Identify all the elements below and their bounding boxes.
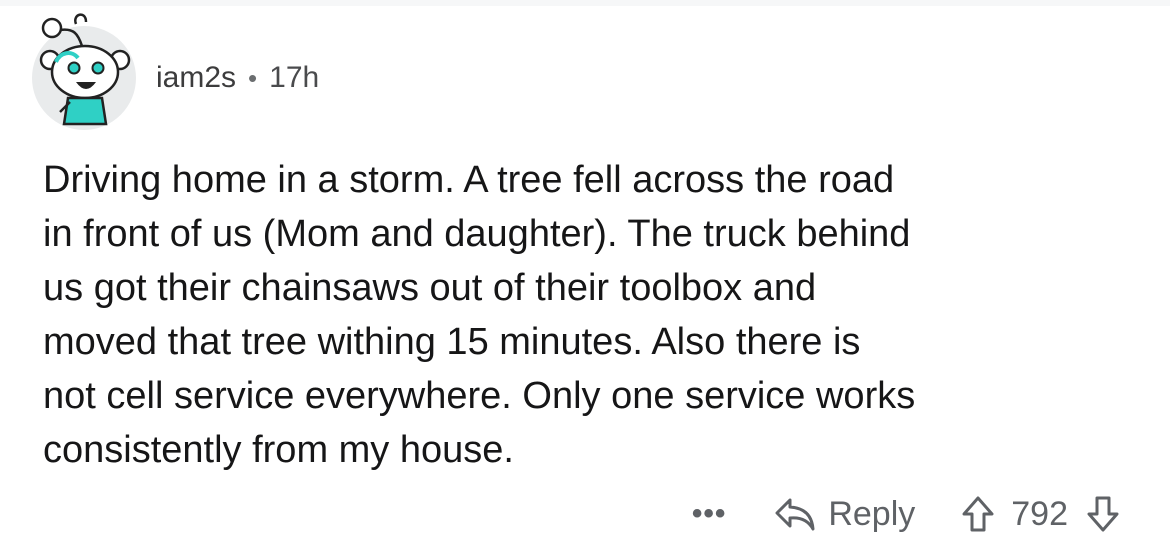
comment-header: iam2s • 17h (156, 58, 319, 98)
top-divider (0, 0, 1170, 6)
avatar[interactable] (30, 12, 142, 130)
username[interactable]: iam2s (156, 61, 236, 95)
comment-line: Driving home in a storm. A tree fell acr… (43, 159, 895, 201)
meta-separator: • (248, 62, 258, 93)
comment-actions: ••• Reply 792 (692, 490, 1120, 538)
reply-button[interactable]: Reply (774, 495, 915, 534)
comment-line: not cell service everywhere. Only one se… (43, 375, 916, 417)
vote-score: 792 (1011, 494, 1068, 533)
comment-body: Driving home in a storm. A tree fell acr… (43, 153, 1153, 477)
vote-controls: 792 (961, 495, 1120, 534)
comment-line: moved that tree withing 15 minutes. Also… (43, 321, 861, 363)
downvote-arrow-icon[interactable] (1086, 495, 1120, 533)
comment-line: us got their chainsaws out of their tool… (43, 267, 817, 309)
comment-age: 17h (269, 61, 320, 94)
snoo-avatar-icon (32, 13, 136, 130)
upvote-arrow-icon[interactable] (961, 495, 995, 533)
comment-line: consistently from my house. (43, 429, 514, 471)
comment-line: in front of us (Mom and daughter). The t… (43, 213, 911, 255)
more-options-button[interactable]: ••• (692, 497, 727, 531)
reply-arrow-icon (775, 498, 815, 531)
reply-label: Reply (828, 494, 916, 533)
